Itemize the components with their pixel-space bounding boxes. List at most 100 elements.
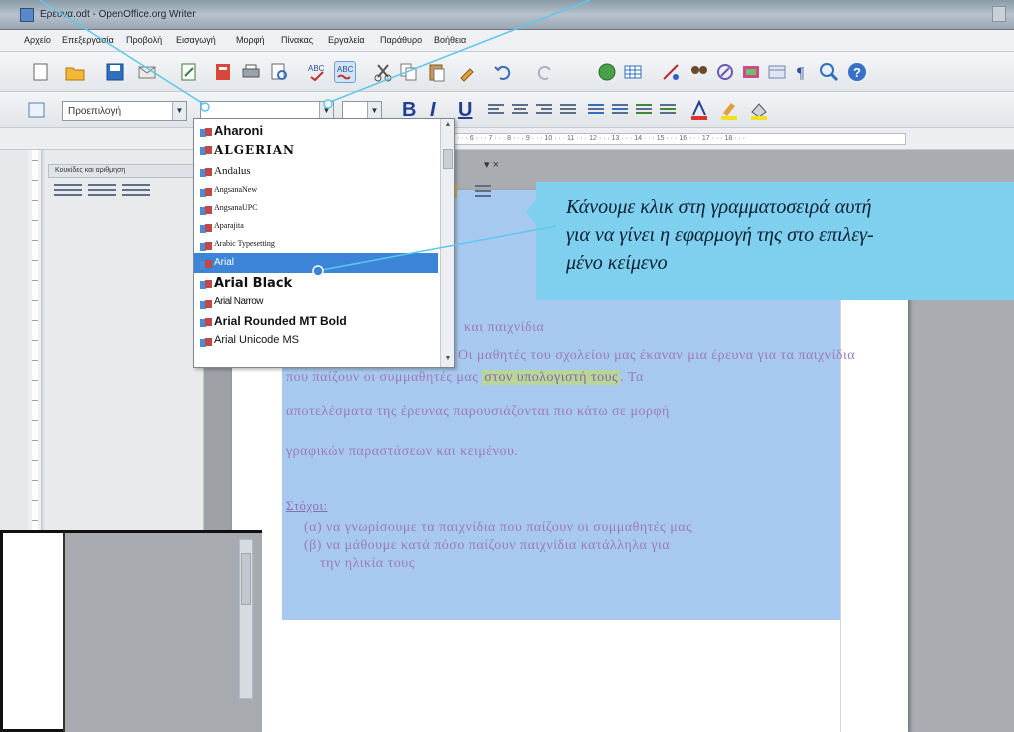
page-preview-icon[interactable] [268,61,290,83]
font-list-scroll-thumb[interactable] [443,149,453,169]
decrease-indent-icon[interactable] [636,104,652,117]
bullet-style-icon[interactable] [54,184,82,200]
doc-line-3: αποτελέσματα της έρευνας παρουσιάζονται … [286,404,670,419]
svg-text:?: ? [853,65,861,80]
font-list-item[interactable]: Arial [194,253,438,273]
navigator-icon[interactable] [714,61,736,83]
paragraph-style-combo[interactable]: Προεπιλογή ▼ [62,101,187,121]
menu-file[interactable]: Αρχείο [24,35,51,45]
floating-toolbar [448,178,508,204]
gallery-icon[interactable] [740,61,762,83]
menu-view[interactable]: Προβολή [126,35,162,45]
horizontal-ruler[interactable]: · · · 6 · · · 7 · · · 8 · · · 9 · · · 10… [0,128,1014,150]
font-dropdown-list[interactable]: Aharoni ALGERIAN Andalus AngsanaNew AngsanaU… [193,118,455,368]
font-type-icon [200,203,212,215]
doc-line-title: και παιχνίδια [464,320,545,335]
doc-line-2-text: που παίζουν οι συμμαθητές μας [286,370,479,385]
redo-icon[interactable] [534,61,556,83]
format-paintbrush-icon[interactable] [456,61,478,83]
font-list-item[interactable]: Arabic Typesetting [194,235,438,253]
underline-button[interactable]: U [458,99,472,122]
find-replace-icon[interactable] [688,61,710,83]
outline-style-icon[interactable] [122,184,150,200]
font-list-item-label: Arabic Typesetting [214,239,275,248]
data-sources-icon[interactable] [766,61,788,83]
font-color-icon[interactable] [688,99,710,121]
font-list-item[interactable]: Andalus [194,161,438,181]
menu-edit[interactable]: Επεξεργασία [62,35,114,45]
background-color-icon[interactable] [748,99,770,121]
export-pdf-icon[interactable] [212,61,234,83]
menu-tools[interactable]: Εργαλεία [328,35,365,45]
doc-bullet-b-continued: την ηλικία τους [320,556,415,571]
svg-text:ABC: ABC [337,65,354,74]
styles-formatting-icon[interactable] [26,99,48,121]
numbering-style-icon[interactable] [88,184,116,200]
scroll-up-icon[interactable]: ▲ [443,121,453,128]
font-list-item[interactable]: Aparajita [194,217,438,235]
edit-file-icon[interactable] [178,61,200,83]
highlighted-text: στον υπολογιστή τους [482,370,621,385]
panel-title: Κουκίδες και αριθμηση [55,167,126,174]
instruction-callout: Κάνουμε κλικ στη γραμματοσειρά αυτή για … [526,182,1014,300]
font-type-icon [200,185,212,197]
bullets-icon[interactable] [612,104,628,117]
minimize-button[interactable] [992,6,1006,22]
font-list-item-label: Arial Rounded MT Bold [214,314,347,328]
ruler-scale: · · · 6 · · · 7 · · · 8 · · · 9 · · · 10… [454,133,906,145]
menu-window[interactable]: Παράθυρο [380,35,422,45]
inset-scroll-thumb[interactable] [241,553,251,605]
close-icon[interactable]: ▾ × [484,158,499,171]
new-document-icon[interactable] [30,61,52,83]
numbering-icon[interactable] [588,104,604,117]
font-list-scrollbar[interactable]: ▲ ▼ [440,119,454,367]
callout-line-1: Κάνουμε κλικ στη γραμματοσειρά αυτή [566,196,872,218]
align-center-icon[interactable] [512,104,528,117]
save-icon[interactable] [104,61,126,83]
menu-format[interactable]: Μορφή [236,35,264,45]
menu-table[interactable]: Πίνακας [281,35,313,45]
font-list-item[interactable]: Arial Narrow [194,293,438,311]
doc-heading-goals: Στόχοι: [286,498,328,513]
menu-help[interactable]: Βοήθεια [434,35,466,45]
print-icon[interactable] [240,61,262,83]
font-list-item[interactable]: Arial Rounded MT Bold [194,311,438,331]
autospellcheck-icon[interactable]: ABC [334,61,356,83]
table-icon[interactable] [622,61,644,83]
font-list-item[interactable]: Arial Black [194,273,438,293]
justify-icon[interactable] [560,104,576,117]
font-list-item-label: Aparajita [214,221,244,230]
font-list-item-label: Arial Unicode MS [214,333,299,346]
font-list-item[interactable]: ALGERIAN [194,139,438,161]
chevron-down-icon[interactable]: ▼ [172,102,186,120]
align-right-icon[interactable] [536,104,552,117]
menu-insert[interactable]: Εισαγωγή [176,35,216,45]
help-icon[interactable]: ? [846,61,868,83]
font-type-icon [200,165,212,177]
formatting-marks-icon[interactable]: ¶ [792,61,814,83]
font-list-item[interactable]: Aharoni [194,121,438,139]
paste-icon[interactable] [426,61,448,83]
doc-line-2: που παίζουν οι συμμαθητές μας στον υπολο… [286,370,644,386]
zoom-icon[interactable] [818,61,840,83]
cut-icon[interactable] [372,61,394,83]
list-format-icon[interactable] [472,180,494,202]
draw-functions-icon[interactable] [660,61,682,83]
doc-line-1: Οι μαθητές του σχολείου μας έκαναν μια έ… [458,348,856,363]
align-left-icon[interactable] [488,104,504,117]
inset-gray-area [63,533,262,732]
font-list-item[interactable]: Arial Unicode MS [194,331,438,349]
undo-icon[interactable] [492,61,514,83]
open-folder-icon[interactable] [64,61,86,83]
email-icon[interactable] [136,61,158,83]
font-list-item[interactable]: AngsanaUPC [194,199,438,217]
font-list-item[interactable]: AngsanaNew [194,181,438,199]
scroll-down-icon[interactable]: ▼ [443,355,453,362]
spellcheck-icon[interactable]: ABC [306,61,328,83]
font-type-icon [200,125,212,137]
highlighting-icon[interactable] [718,99,740,121]
font-list-item-label: ALGERIAN [214,143,296,157]
copy-icon[interactable] [398,61,420,83]
increase-indent-icon[interactable] [660,104,676,117]
hyperlink-icon[interactable] [596,61,618,83]
